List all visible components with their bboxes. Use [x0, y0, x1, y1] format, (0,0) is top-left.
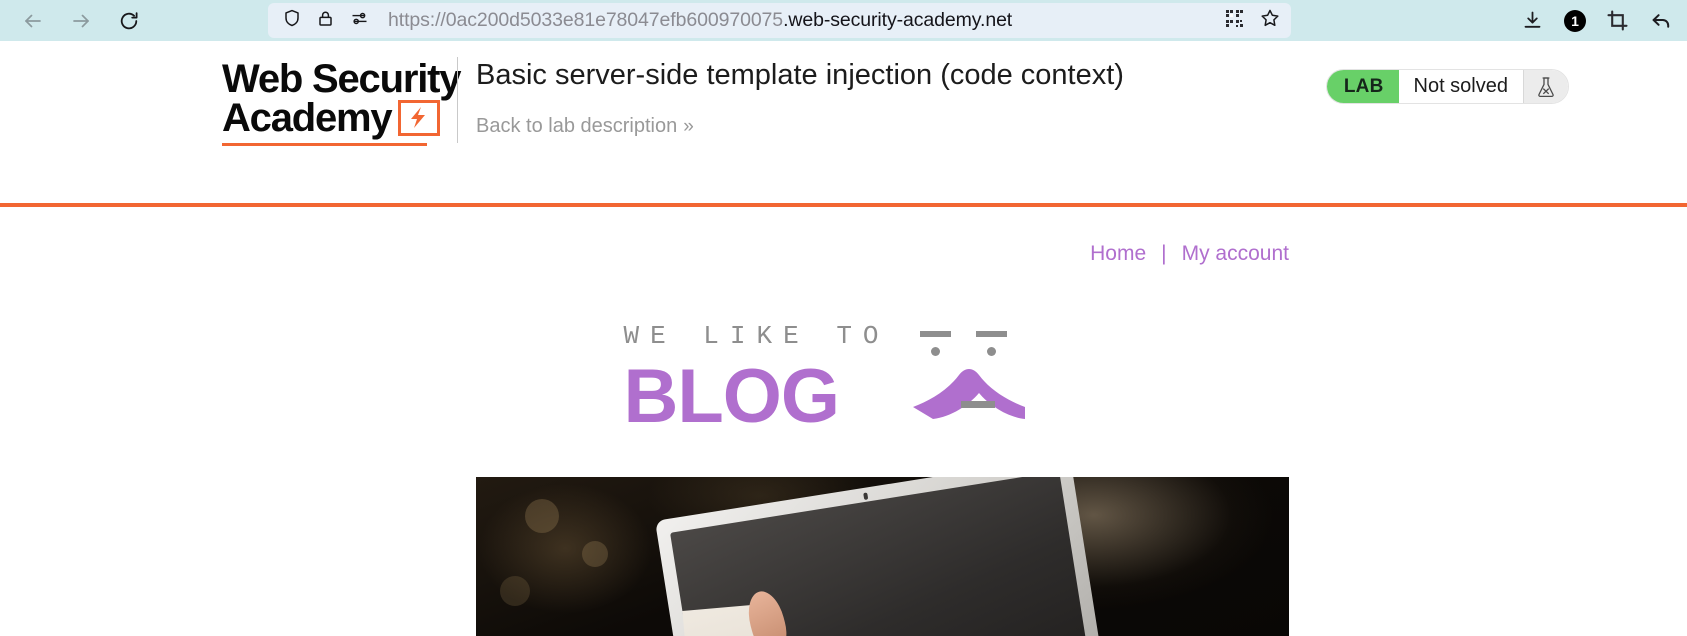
hero-bokeh-2: [581, 540, 608, 567]
hero-bokeh-1: [524, 499, 559, 534]
lightning-bolt-icon: [398, 99, 441, 136]
back-link-label: Back to lab description: [476, 115, 678, 137]
logo-line-2-row: Academy: [222, 95, 454, 146]
undo-arrow-icon[interactable]: [1649, 9, 1673, 33]
address-bar-icons: [282, 8, 370, 34]
browser-nav-buttons: [0, 4, 146, 38]
reload-button[interactable]: [112, 4, 146, 38]
lock-icon[interactable]: [316, 9, 335, 33]
flask-icon[interactable]: [1524, 70, 1568, 103]
lab-status-badge[interactable]: LAB Not solved: [1325, 69, 1569, 104]
logo-line-1: Web Security: [222, 57, 461, 101]
permissions-icon[interactable]: [349, 8, 370, 34]
face-brow-right: [975, 331, 1007, 337]
back-button[interactable]: [16, 4, 50, 38]
nav-my-account-link[interactable]: My account: [1182, 242, 1289, 266]
face-eye-right: [986, 347, 996, 356]
forward-button[interactable]: [64, 4, 98, 38]
url-domain: .web-security-academy.net: [783, 9, 1013, 31]
url-subdomain: 0ac200d5033e81e78047efb600970075: [445, 9, 784, 31]
qr-code-icon[interactable]: [1224, 8, 1245, 34]
address-bar-actions: [1224, 7, 1281, 34]
shield-icon[interactable]: [282, 8, 302, 33]
header-divider: [457, 57, 458, 143]
logo-underline: [222, 142, 427, 146]
page-title: Basic server-side template injection (co…: [476, 59, 1124, 91]
face-brow-left: [919, 331, 951, 337]
hero-bokeh-3: [500, 575, 531, 606]
crop-icon[interactable]: [1606, 9, 1629, 32]
download-icon[interactable]: [1521, 9, 1544, 32]
notification-count-badge[interactable]: 1: [1564, 9, 1586, 32]
lab-status-text: Not solved: [1398, 70, 1524, 103]
chevron-right-double-icon: »: [683, 116, 694, 137]
star-icon[interactable]: [1259, 7, 1281, 34]
blog-wordmark: BLOG: [623, 354, 841, 439]
web-security-academy-logo[interactable]: Web Security Academy: [222, 57, 461, 146]
url-scheme-and-subdomain: https://: [388, 9, 446, 31]
blog-page-body: Home | My account WE LIKE TO BLOG: [0, 207, 1687, 636]
browser-toolbar-actions: 1: [1521, 0, 1673, 41]
back-to-lab-description-link[interactable]: Back to lab description»: [476, 115, 694, 138]
site-navigation: Home | My account: [1090, 242, 1289, 266]
url-text[interactable]: https://0ac200d5033e81e78047efb600970075…: [388, 9, 1214, 32]
blog-banner: WE LIKE TO BLOG: [0, 307, 1687, 435]
blog-banner-inner: WE LIKE TO BLOG: [623, 307, 1064, 435]
blog-tagline: WE LIKE TO: [623, 321, 890, 351]
face-eye-left: [930, 347, 940, 356]
logo-line-2: Academy: [222, 95, 393, 140]
address-bar[interactable]: https://0ac200d5033e81e78047efb600970075…: [268, 3, 1291, 38]
nav-home-link[interactable]: Home: [1090, 242, 1146, 266]
smiley-face-icon: [909, 307, 1059, 427]
lab-tag: LAB: [1326, 70, 1399, 103]
hero-laptop-camera: [863, 492, 869, 501]
blog-hero-image: [476, 477, 1289, 636]
nav-separator: |: [1161, 242, 1167, 265]
lab-header: Web Security Academy Basic server-side t…: [0, 41, 1687, 205]
face-mouth: [912, 369, 1025, 419]
browser-toolbar: https://0ac200d5033e81e78047efb600970075…: [0, 0, 1687, 41]
